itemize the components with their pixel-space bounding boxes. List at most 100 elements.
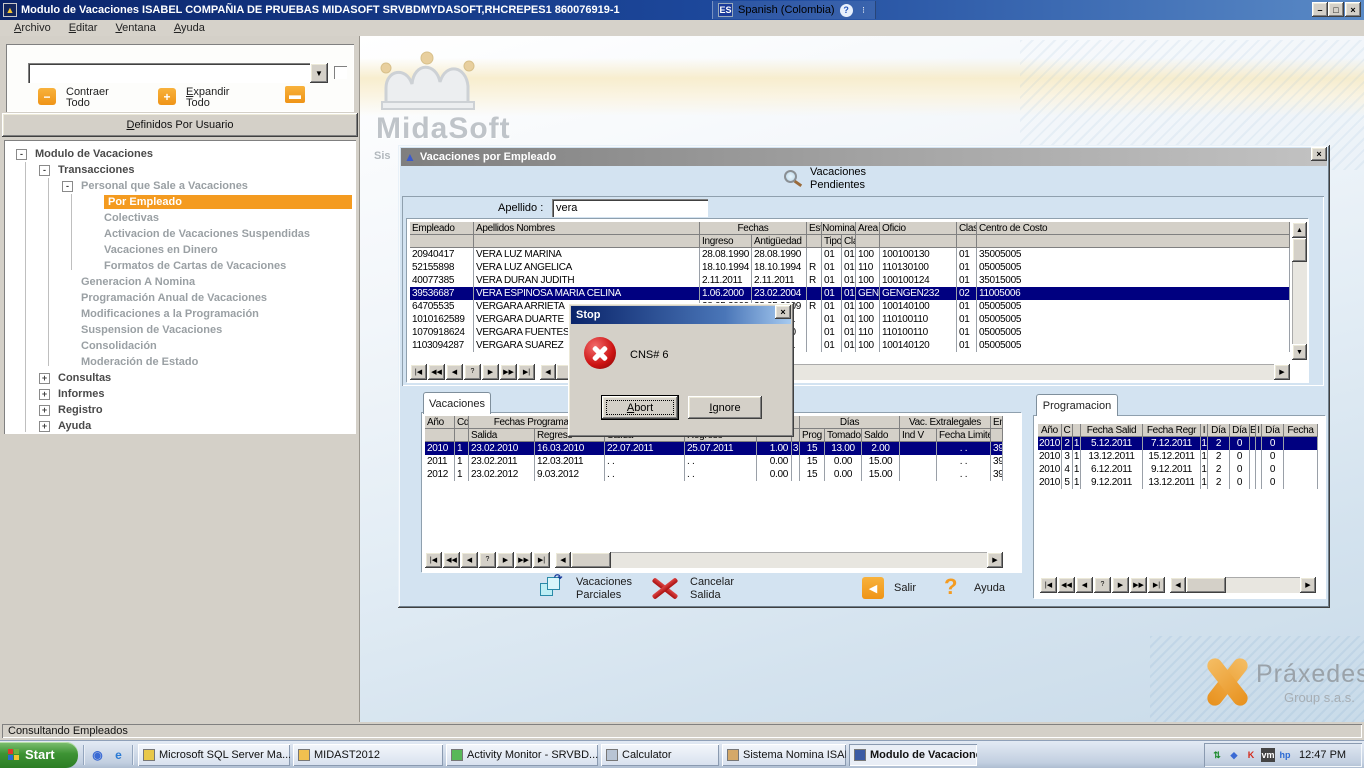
- grid-row[interactable]: 2010215.12.20117.12.20111200: [1038, 437, 1318, 450]
- scroll-left-icon[interactable]: ◀: [555, 552, 571, 568]
- tree-item[interactable]: -Personal que Sale a Vacaciones: [4, 178, 356, 194]
- cancelar-salida-icon[interactable]: [650, 575, 682, 603]
- menu-editar[interactable]: Editar: [61, 21, 106, 35]
- tree-collapse-icon[interactable]: -: [16, 149, 27, 160]
- ignore-button[interactable]: Ignore: [688, 396, 762, 419]
- tree-item[interactable]: -Modulo de Vacaciones: [4, 146, 356, 162]
- grid-row[interactable]: 2012123.02.20129.03.2012. .. .0.00150.00…: [425, 468, 1003, 481]
- scroll-right-icon[interactable]: ▶: [987, 552, 1003, 568]
- vacaciones-parciales-icon[interactable]: ↷: [540, 577, 566, 601]
- task-button[interactable]: Microsoft SQL Server Ma...: [138, 744, 290, 766]
- tree-item[interactable]: +Registro: [4, 402, 356, 418]
- vacaciones-pendientes-button[interactable]: Vacaciones Pendientes: [810, 166, 882, 192]
- menu-ayuda[interactable]: Ayuda: [166, 21, 213, 35]
- language-options-icon[interactable]: ⁝: [858, 2, 870, 18]
- scroll-left-icon[interactable]: ◀: [1170, 577, 1186, 593]
- grid-row[interactable]: 20103113.12.201115.12.20111200: [1038, 450, 1318, 463]
- nav-button[interactable]: ▶: [482, 364, 499, 380]
- grid-row[interactable]: 1070918624VERGARA FUENTES1.02.20101.02.2…: [410, 326, 1290, 339]
- grid-row[interactable]: 2010416.12.20119.12.20111200: [1038, 463, 1318, 476]
- tree-item[interactable]: +Consultas: [4, 370, 356, 386]
- ayuda-button[interactable]: Ayuda: [974, 582, 1005, 595]
- expand-all-icon[interactable]: +: [158, 88, 176, 105]
- apellido-input[interactable]: [552, 199, 708, 217]
- tree-item[interactable]: +Informes: [4, 386, 356, 402]
- taskbar-clock[interactable]: 12:47 PM: [1299, 749, 1346, 761]
- briefcase-icon[interactable]: ▬: [285, 86, 305, 103]
- nav-button[interactable]: ?: [1094, 577, 1111, 593]
- tree-expand-icon[interactable]: +: [39, 405, 50, 416]
- tree-filter-input[interactable]: [28, 63, 310, 83]
- printer-icon[interactable]: hp: [1278, 748, 1292, 762]
- scroll-left-icon[interactable]: ◀: [540, 364, 556, 380]
- collapse-all-button[interactable]: Contraer Todo: [66, 87, 118, 109]
- task-button[interactable]: Calculator: [601, 744, 719, 766]
- nav-button[interactable]: ▶|: [533, 552, 550, 568]
- vm-icon[interactable]: vm: [1261, 748, 1275, 762]
- tree-item[interactable]: Colectivas: [4, 210, 356, 226]
- grid-row[interactable]: 20940417VERA LUZ MARINA28.08.199028.08.1…: [410, 248, 1290, 261]
- tree-item[interactable]: Activacion de Vacaciones Suspendidas: [4, 226, 356, 242]
- dialog-titlebar[interactable]: ▲ Vacaciones por Empleado: [401, 148, 1327, 166]
- nav-button[interactable]: ▶▶: [500, 364, 517, 380]
- language-help-icon[interactable]: ?: [840, 4, 853, 17]
- tree-item[interactable]: Programación Anual de Vacaciones: [4, 290, 356, 306]
- grid-row[interactable]: 2010123.02.201016.03.201022.07.201125.07…: [425, 442, 1003, 455]
- tree-item[interactable]: -Transacciones: [4, 162, 356, 178]
- task-button[interactable]: Sistema Nomina ISABEL ...: [722, 744, 846, 766]
- nav-button[interactable]: ▶|: [1148, 577, 1165, 593]
- scroll-down-icon[interactable]: ▼: [1292, 344, 1307, 360]
- collapse-all-icon[interactable]: −: [38, 88, 56, 105]
- nav-button[interactable]: ▶|: [518, 364, 535, 380]
- stop-close-icon[interactable]: ×: [775, 305, 791, 319]
- ayuda-icon[interactable]: ?: [944, 574, 957, 600]
- expand-all-button[interactable]: Expandir Todo: [186, 87, 242, 109]
- programacion-grid-hscrollbar[interactable]: [1186, 577, 1300, 593]
- grid-row[interactable]: 2010519.12.201113.12.20111200: [1038, 476, 1318, 489]
- task-button[interactable]: Activity Monitor - SRVBD...: [446, 744, 598, 766]
- tree-expand-icon[interactable]: +: [39, 389, 50, 400]
- grid-row[interactable]: 1103094287VERGARA SUAREZ3.10.20113.10.20…: [410, 339, 1290, 352]
- network-icon[interactable]: ◆: [1227, 748, 1241, 762]
- task-button[interactable]: Modulo de Vacacione...: [849, 744, 977, 766]
- tree-expand-icon[interactable]: +: [39, 421, 50, 432]
- nav-button[interactable]: ◀◀: [1058, 577, 1075, 593]
- tree-expand-icon[interactable]: +: [39, 373, 50, 384]
- nav-button[interactable]: ▶: [1112, 577, 1129, 593]
- scrollbar-thumb[interactable]: [571, 552, 611, 568]
- nav-button[interactable]: ◀◀: [443, 552, 460, 568]
- grid-row[interactable]: 39536687VERA ESPINOSA MARIA CELINA1.06.2…: [410, 287, 1290, 300]
- grid-row[interactable]: 64705535VERGARA ARRIETA28.05.200928.05.2…: [410, 300, 1290, 313]
- language-bar[interactable]: ES Spanish (Colombia) ? ⁝: [712, 1, 876, 19]
- stop-dialog-titlebar[interactable]: Stop: [571, 306, 791, 324]
- nav-button[interactable]: |◀: [1040, 577, 1057, 593]
- internet-explorer-icon[interactable]: e: [110, 746, 127, 763]
- tab-programacion[interactable]: Programacion: [1036, 394, 1118, 416]
- tree-item[interactable]: Formatos de Cartas de Vacaciones: [4, 258, 356, 274]
- dialog-close-icon[interactable]: ×: [1311, 147, 1327, 161]
- tree-item[interactable]: Por Empleado: [4, 194, 356, 210]
- nav-button[interactable]: ▶▶: [515, 552, 532, 568]
- tree-item[interactable]: Consolidación: [4, 338, 356, 354]
- nav-button[interactable]: ▶: [497, 552, 514, 568]
- menu-ventana[interactable]: Ventana: [107, 21, 163, 35]
- combobox-dropdown-icon[interactable]: ▼: [310, 63, 328, 83]
- grid-row[interactable]: 1010162589VERGARA DUARTE5.09.20115.09.20…: [410, 313, 1290, 326]
- tree-filter-combobox[interactable]: [28, 63, 310, 83]
- vacaciones-parciales-button[interactable]: Vacaciones Parciales: [576, 576, 642, 602]
- close-button[interactable]: ×: [1345, 2, 1361, 17]
- grid-row[interactable]: 52155898VERA LUZ ANGELICA18.10.199418.10…: [410, 261, 1290, 274]
- tree-item[interactable]: Generacion A Nomina: [4, 274, 356, 290]
- tree-collapse-icon[interactable]: -: [62, 181, 73, 192]
- tree-item[interactable]: +Ayuda: [4, 418, 356, 434]
- tree-collapse-icon[interactable]: -: [39, 165, 50, 176]
- nav-button[interactable]: ◀◀: [428, 364, 445, 380]
- nav-button[interactable]: ◀: [461, 552, 478, 568]
- scrollbar-thumb[interactable]: [1292, 238, 1307, 262]
- vacaciones-grid-hscrollbar[interactable]: [571, 552, 987, 568]
- task-button[interactable]: MIDAST2012: [293, 744, 443, 766]
- filter-checkbox[interactable]: [334, 66, 347, 79]
- scroll-right-icon[interactable]: ▶: [1300, 577, 1316, 593]
- salir-icon[interactable]: ◀: [862, 577, 884, 599]
- nav-button[interactable]: |◀: [410, 364, 427, 380]
